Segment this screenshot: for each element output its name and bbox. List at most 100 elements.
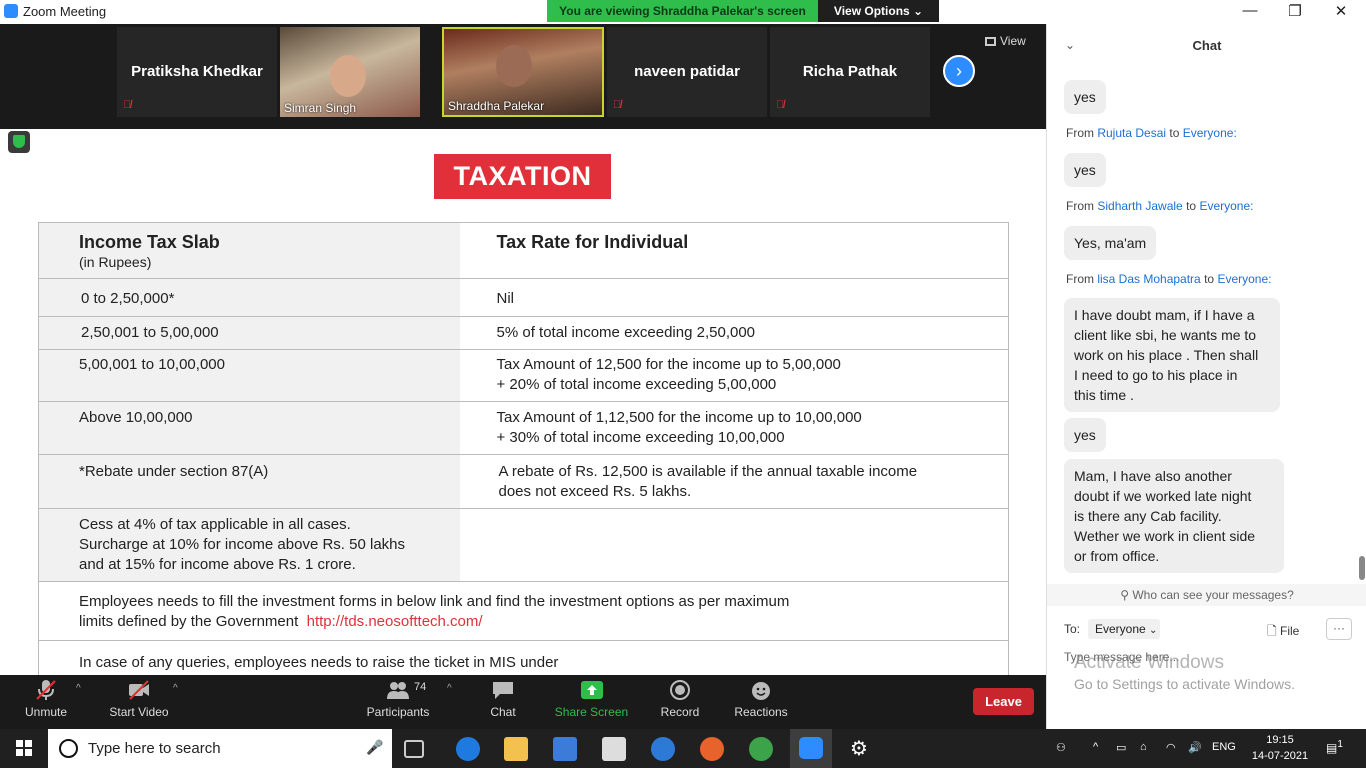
view-button[interactable]: View <box>985 34 1026 48</box>
participant-tile-video[interactable]: Simran Singh <box>280 27 420 117</box>
record-button[interactable]: Record <box>658 679 702 719</box>
minimize-button[interactable]: — <box>1240 2 1260 19</box>
rate-cell-line2: does not exceed Rs. 5 lakhs. <box>498 483 692 500</box>
reactions-button[interactable]: Reactions <box>732 679 790 719</box>
firefox-icon[interactable] <box>700 737 724 761</box>
next-page-arrow-icon[interactable]: › <box>943 55 975 87</box>
more-options-button[interactable]: ··· <box>1326 618 1352 640</box>
table-row: 0 to 2,50,000* Nil <box>38 278 1009 317</box>
network-icon[interactable]: ⌂ <box>1140 741 1147 753</box>
participant-name: Simran Singh <box>284 101 357 115</box>
system-clock[interactable]: 19:15 14-07-2021 <box>1250 732 1310 764</box>
participants-button[interactable]: 74 Participants <box>364 679 432 719</box>
volume-icon[interactable]: 🔊 <box>1188 741 1202 754</box>
view-label: View <box>1000 34 1026 48</box>
microsoft-store-icon[interactable] <box>553 737 577 761</box>
slab-cell: *Rebate under section 87(A) <box>79 463 269 480</box>
clock-time: 19:15 <box>1266 734 1294 746</box>
message-line: client like sbi, he wants me to <box>1074 327 1257 343</box>
maximize-button[interactable]: ❐ <box>1285 2 1305 20</box>
edge-browser-icon[interactable] <box>456 737 480 761</box>
unmute-button[interactable]: Unmute <box>18 679 74 719</box>
notification-center-icon[interactable]: ▤1 <box>1326 739 1343 755</box>
message-line: Mam, I have also another <box>1074 468 1232 484</box>
people-icon[interactable]: ⚇ <box>1056 741 1066 754</box>
participant-tile[interactable]: Pratiksha Khedkar 🎙̸ <box>117 27 277 117</box>
investment-link[interactable]: http://tds.neosofttech.com/ <box>307 613 483 630</box>
zoom-taskbar-active[interactable] <box>790 729 832 768</box>
taskbar-search-box[interactable]: Type here to search 🎤 <box>48 729 392 768</box>
rate-cell: Tax Amount of 1,12,500 for the income up… <box>496 409 862 426</box>
search-placeholder: Type here to search <box>88 740 221 757</box>
person-icon: ⚲ <box>1120 588 1130 602</box>
show-hidden-icons-chevron-icon[interactable]: ^ <box>1093 741 1098 753</box>
recipient-name[interactable]: Everyone: <box>1217 272 1271 286</box>
activate-windows-subtext: Go to Settings to activate Windows. <box>1074 676 1295 692</box>
skype-icon[interactable] <box>651 737 675 761</box>
file-button[interactable]: 🗋 File <box>1267 622 1299 643</box>
clock-date: 14-07-2021 <box>1251 750 1309 762</box>
participants-options-chevron-icon[interactable]: ^ <box>447 683 452 694</box>
battery-icon[interactable]: ▭ <box>1116 741 1126 754</box>
recipient-dropdown[interactable]: Everyone ⌄ <box>1088 619 1160 639</box>
start-video-button[interactable]: Start Video <box>104 679 174 719</box>
chat-message-sender: From lisa Das Mohapatra to Everyone: <box>1066 272 1271 286</box>
sender-name[interactable]: Sidharth Jawale <box>1097 199 1182 213</box>
chat-message-list[interactable]: yes From Rujuta Desai to Everyone: yes F… <box>1047 66 1366 583</box>
message-line: Wether we work in client side <box>1074 528 1256 544</box>
recipient-name[interactable]: Everyone: <box>1199 199 1253 213</box>
view-options-button[interactable]: View Options ⌄ <box>818 0 939 22</box>
scrollbar-thumb[interactable] <box>1359 556 1365 580</box>
microphone-icon[interactable]: 🎤 <box>366 739 383 756</box>
mail-icon[interactable] <box>602 737 626 761</box>
message-line: is there any Cab facility. <box>1074 508 1222 524</box>
participant-name: naveen patidar <box>634 63 740 80</box>
video-options-chevron-icon[interactable]: ^ <box>173 683 178 694</box>
chat-button[interactable]: Chat <box>482 679 524 719</box>
file-explorer-icon[interactable] <box>504 737 528 761</box>
to-word: to <box>1204 272 1215 286</box>
table-header-cell: Income Tax Slab (in Rupees) <box>38 222 460 279</box>
participant-tile-video-active-speaker[interactable]: Shraddha Palekar <box>442 27 604 117</box>
audio-options-chevron-icon[interactable]: ^ <box>76 683 81 694</box>
leave-button[interactable]: Leave <box>973 688 1034 715</box>
participant-tile[interactable]: naveen patidar 🎙̸ <box>607 27 767 117</box>
table-row: *Rebate under section 87(A) A rebate of … <box>38 454 1009 509</box>
chevron-down-icon: ⌄ <box>1149 625 1158 636</box>
cess-line: and at 15% for income above Rs. 1 crore. <box>79 556 356 573</box>
chat-header: ⌄ Chat <box>1047 24 1366 66</box>
chat-message-bubble: yes <box>1064 80 1106 114</box>
cess-line: Cess at 4% of tax applicable in all case… <box>79 516 351 533</box>
sender-name[interactable]: Rujuta Desai <box>1097 126 1166 140</box>
meeting-area: Pratiksha Khedkar 🎙̸ Simran Singh Shradd… <box>0 24 1046 675</box>
chat-message-bubble: Yes, ma'am <box>1064 226 1157 260</box>
task-view-icon[interactable] <box>404 740 424 758</box>
chat-scrollbar[interactable] <box>1359 66 1365 580</box>
record-icon <box>670 680 690 700</box>
settings-gear-icon[interactable]: ⚙ <box>847 737 871 761</box>
who-can-see-messages-link[interactable]: ⚲ Who can see your messages? <box>1047 584 1366 606</box>
windows-start-icon[interactable] <box>16 740 33 757</box>
message-line: I need to go to his place in <box>1074 367 1238 383</box>
header-income-slab: Income Tax Slab <box>79 232 220 252</box>
close-button[interactable]: ✕ <box>1331 2 1351 20</box>
participants-icon <box>387 682 409 699</box>
wifi-icon[interactable]: ◠ <box>1166 741 1176 754</box>
sender-name[interactable]: lisa Das Mohapatra <box>1097 272 1200 286</box>
chrome-icon[interactable] <box>749 737 773 761</box>
header-income-slab-sub: (in Rupees) <box>79 254 152 270</box>
recipient-name[interactable]: Everyone: <box>1183 126 1237 140</box>
zoom-app-icon <box>799 737 823 759</box>
participant-tile[interactable]: Richa Pathak 🎙̸ <box>770 27 930 117</box>
encryption-shield-icon[interactable] <box>8 131 30 153</box>
chat-label: Chat <box>490 705 516 719</box>
to-word: to <box>1169 126 1180 140</box>
activate-windows-watermark: Activate Windows <box>1074 652 1224 673</box>
from-prefix: From <box>1066 126 1094 140</box>
unmute-label: Unmute <box>24 705 68 719</box>
share-screen-button[interactable]: Share Screen <box>553 679 630 719</box>
participant-name: Shraddha Palekar <box>448 99 545 113</box>
rate-cell: Nil <box>496 290 515 307</box>
queries-text: In case of any queries, employees needs … <box>79 654 559 671</box>
language-indicator[interactable]: ENG <box>1212 741 1236 753</box>
